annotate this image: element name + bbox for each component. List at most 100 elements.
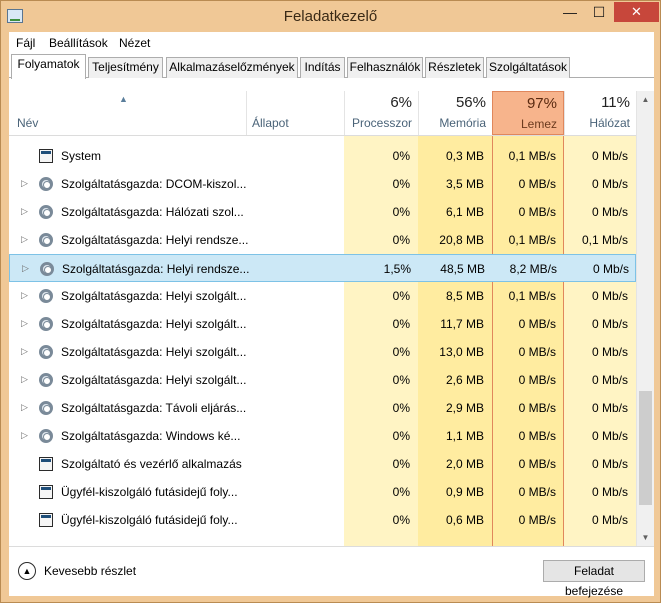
table-row[interactable]: ▷ Szolgáltatásgazda: Windows ké... 0% 1,1 M… <box>9 422 636 450</box>
window-icon <box>39 149 53 163</box>
disk-total: 97% <box>526 95 557 112</box>
process-disk-value: 8,2 MB/s <box>509 262 557 276</box>
menu-options[interactable]: Beállítások <box>49 36 108 50</box>
process-list: System 0% 0,3 MB 0,1 MB/s 0 Mb/s ▷ Szolgáltatá… <box>9 136 636 546</box>
expand-arrow-icon[interactable]: ▷ <box>21 178 28 189</box>
cpu-label: Processzor <box>351 116 412 130</box>
process-net-value: 0 Mb/s <box>591 345 628 359</box>
cpu-total: 6% <box>390 94 412 111</box>
scroll-down-icon[interactable]: ▼ <box>637 529 654 546</box>
process-net-value: 0 Mb/s <box>591 289 628 303</box>
expand-arrow-icon[interactable]: ▷ <box>21 346 28 357</box>
process-disk-value: 0 MB/s <box>518 401 556 415</box>
column-disk[interactable]: 97% Lemez <box>492 91 564 135</box>
process-name: Szolgáltatásgazda: Hálózati szol... <box>61 205 244 219</box>
disk-label: Lemez <box>520 117 557 131</box>
expand-arrow-icon[interactable]: ▷ <box>21 206 28 217</box>
footer: ▲ Kevesebb részlet Feladat befejezése <box>9 546 654 598</box>
table-row[interactable]: Ügyfél-kiszolgáló futásidejű foly... 0% 0,… <box>9 506 636 534</box>
table-row[interactable]: ▷ Szolgáltatásgazda: Hálózati szol... 0% 6,… <box>9 198 636 226</box>
gear-icon <box>39 205 53 219</box>
column-header: ▲ Név Állapot 6% Processzor 56% Memória … <box>9 91 636 136</box>
minimize-button[interactable]: — <box>556 2 584 22</box>
tab-app-history[interactable]: Alkalmazáselőzmények <box>166 57 298 78</box>
process-cpu-value: 0% <box>392 177 410 191</box>
process-name: Szolgáltatásgazda: Helyi rendsze... <box>62 262 250 276</box>
expand-arrow-icon[interactable]: ▷ <box>21 402 28 413</box>
gear-icon <box>39 177 53 191</box>
process-mem-value: 0,6 MB <box>445 513 484 527</box>
table-row[interactable]: ▷ Szolgáltatásgazda: DCOM-kiszol... 0% 3,5 … <box>9 170 636 198</box>
tab-users[interactable]: Felhasználók <box>347 57 423 78</box>
process-cpu-value: 0% <box>392 345 410 359</box>
menu-bar: Fájl Beállítások Nézet <box>9 32 654 54</box>
table-row[interactable]: Szolgáltató és vezérlő alkalmazás 0% 2,0 M… <box>9 450 636 478</box>
table-row[interactable]: Ügyfél-kiszolgáló futásidejű foly... 0% 0,… <box>9 478 636 506</box>
menu-file[interactable]: Fájl <box>16 36 35 50</box>
gear-icon <box>39 345 53 359</box>
gear-icon <box>39 429 53 443</box>
process-cpu-value: 0% <box>392 485 410 499</box>
table-row[interactable]: ▷ Szolgáltatásgazda: Távoli eljárás... 0% 2… <box>9 394 636 422</box>
scroll-up-icon[interactable]: ▲ <box>637 91 654 108</box>
process-cpu-value: 0% <box>392 317 410 331</box>
table-row[interactable]: ▷ Szolgáltatásgazda: Helyi rendsze... 0% 20… <box>9 226 636 254</box>
fewer-details-link[interactable]: Kevesebb részlet <box>44 564 136 578</box>
tab-details[interactable]: Részletek <box>425 57 484 78</box>
chevron-up-icon[interactable]: ▲ <box>18 562 36 580</box>
process-cpu-value: 0% <box>392 233 410 247</box>
memory-total: 56% <box>455 94 486 111</box>
table-row[interactable]: ▷ Szolgáltatásgazda: Helyi szolgált... 0% 2… <box>9 366 636 394</box>
gear-icon <box>39 289 53 303</box>
expand-arrow-icon[interactable]: ▷ <box>21 318 28 329</box>
tab-processes[interactable]: Folyamatok <box>11 54 86 79</box>
close-button[interactable]: ✕ <box>614 2 659 22</box>
process-disk-value: 0 MB/s <box>518 373 556 387</box>
end-task-button[interactable]: Feladat befejezése <box>543 560 645 598</box>
table-row[interactable]: ▷ Szolgáltatásgazda: Helyi rendsze... 1,5%… <box>9 254 636 282</box>
process-disk-value: 0 MB/s <box>518 205 556 219</box>
window-icon <box>39 485 53 499</box>
expand-arrow-icon[interactable]: ▷ <box>21 430 28 441</box>
table-row[interactable]: ▷ Szolgáltatásgazda: Helyi szolgált... 0% 1… <box>9 310 636 338</box>
process-cpu-value: 0% <box>392 373 410 387</box>
process-mem-value: 8,5 MB <box>445 289 484 303</box>
process-cpu-value: 0% <box>392 149 410 163</box>
table-row[interactable]: ▷ Szolgáltatásgazda: Helyi szolgált... 0% 1… <box>9 338 636 366</box>
column-status-cell[interactable]: Állapot <box>246 91 344 135</box>
column-memory[interactable]: 56% Memória <box>418 91 492 135</box>
maximize-button[interactable]: ☐ <box>586 2 612 22</box>
scroll-thumb[interactable] <box>639 391 652 505</box>
process-disk-value: 0 MB/s <box>518 317 556 331</box>
column-network[interactable]: 11% Hálózat <box>564 91 636 135</box>
title-bar[interactable]: Feladatkezelő — ☐ ✕ <box>1 1 660 31</box>
gear-icon <box>39 233 53 247</box>
process-net-value: 0 Mb/s <box>591 177 628 191</box>
column-cpu[interactable]: 6% Processzor <box>344 91 418 135</box>
process-net-value: 0 Mb/s <box>592 262 629 276</box>
table-row[interactable]: System 0% 0,3 MB 0,1 MB/s 0 Mb/s <box>9 142 636 170</box>
column-name[interactable]: Név <box>17 116 38 130</box>
process-name: Szolgáltatásgazda: Helyi szolgált... <box>61 289 247 303</box>
network-label: Hálózat <box>589 116 630 130</box>
process-mem-value: 48,5 MB <box>440 262 485 276</box>
tab-startup[interactable]: Indítás <box>300 57 345 78</box>
expand-arrow-icon[interactable]: ▷ <box>21 374 28 385</box>
expand-arrow-icon[interactable]: ▷ <box>21 234 28 245</box>
table-row[interactable]: ▷ Szolgáltatásgazda: Helyi szolgált... 0% 8… <box>9 282 636 310</box>
vertical-scrollbar[interactable]: ▲ ▼ <box>636 91 654 546</box>
process-mem-value: 13,0 MB <box>439 345 484 359</box>
expand-arrow-icon[interactable]: ▷ <box>21 290 28 301</box>
process-cpu-value: 1,5% <box>383 262 411 276</box>
tab-performance[interactable]: Teljesítmény <box>88 57 163 78</box>
process-name: Szolgáltatásgazda: Távoli eljárás... <box>61 401 247 415</box>
process-name: Ügyfél-kiszolgáló futásidejű foly... <box>61 485 238 499</box>
expand-arrow-icon[interactable]: ▷ <box>22 263 29 274</box>
column-status: Állapot <box>252 116 289 130</box>
tab-services[interactable]: Szolgáltatások <box>486 57 570 78</box>
process-mem-value: 2,6 MB <box>445 373 484 387</box>
menu-view[interactable]: Nézet <box>119 36 150 50</box>
process-name: Ügyfél-kiszolgáló futásidejű foly... <box>61 513 238 527</box>
process-cpu-value: 0% <box>392 289 410 303</box>
process-name: Szolgáltatásgazda: Helyi szolgált... <box>61 373 247 387</box>
